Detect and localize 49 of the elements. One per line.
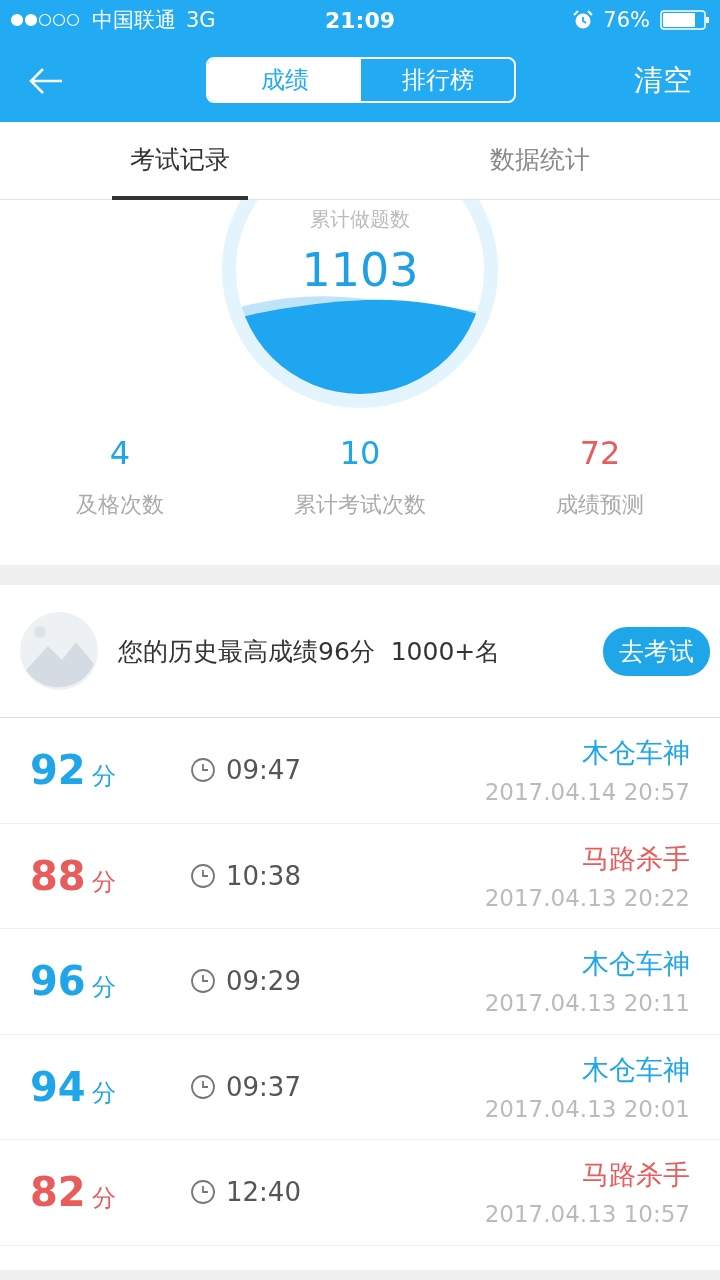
back-icon[interactable] [28,67,64,95]
record-row[interactable]: 82 分 12:40 马路杀手 2017.04.13 10:57 [0,1140,720,1246]
signal-icon [10,13,82,27]
summary-label: 累计做题数 [310,206,410,233]
rank-title: 木仓车神 [582,1052,690,1087]
clock-icon [190,1179,216,1206]
record-date: 2017.04.13 10:57 [484,1201,690,1228]
clock-icon [190,1073,216,1100]
score: 92 分 [30,747,117,794]
record-row[interactable]: 92 分 09:47 木仓车神 2017.04.14 20:57 [0,718,720,824]
clock-icon [190,757,216,784]
record-date: 2017.04.13 20:11 [484,990,690,1017]
alarm-icon [573,10,594,30]
network-type: 3G [186,8,216,32]
stat-value: 10 [339,434,381,472]
clock-icon [190,862,216,889]
score: 94 分 [30,1063,117,1110]
duration: 09:37 [226,1071,301,1102]
clock-icon [190,968,216,995]
stat-label: 及格次数 [76,491,164,519]
best-score-text: 您的历史最高成绩96分 1000+名 [118,635,502,668]
record-row[interactable]: 88 分 10:38 马路杀手 2017.04.13 20:22 [0,823,720,929]
tab[interactable]: 数据统计 [472,122,608,200]
record-row[interactable]: 96 分 09:29 木仓车神 2017.04.13 20:11 [0,929,720,1035]
rank-title: 木仓车神 [582,736,690,771]
score: 96 分 [30,958,117,1005]
carrier-name: 中国联通 [92,7,176,34]
rank-title: 马路杀手 [582,841,690,876]
duration: 09:29 [226,966,301,997]
duration: 09:47 [226,755,301,786]
battery-percent: 76% [603,8,650,32]
record-date: 2017.04.13 20:01 [484,1095,690,1122]
record-row[interactable]: 94 分 09:37 木仓车神 2017.04.13 20:01 [0,1034,720,1140]
tab[interactable]: 考试记录 [112,122,248,200]
stat-value: 72 [579,434,621,472]
stat-label: 成绩预测 [556,491,644,519]
record-date: 2017.04.14 20:57 [484,779,690,806]
score: 88 分 [30,852,117,899]
record-date: 2017.04.13 20:22 [484,884,690,911]
rank-title: 木仓车神 [582,947,690,982]
duration: 12:40 [226,1177,301,1208]
battery-icon [660,10,710,30]
stat-value: 4 [109,434,131,472]
duration: 10:38 [226,860,301,891]
summary-value: 1103 [301,243,419,297]
score: 82 分 [30,1169,117,1216]
status-time: 21:09 [325,7,395,33]
rank-title: 马路杀手 [582,1158,690,1193]
stat-label: 累计考试次数 [294,491,426,519]
